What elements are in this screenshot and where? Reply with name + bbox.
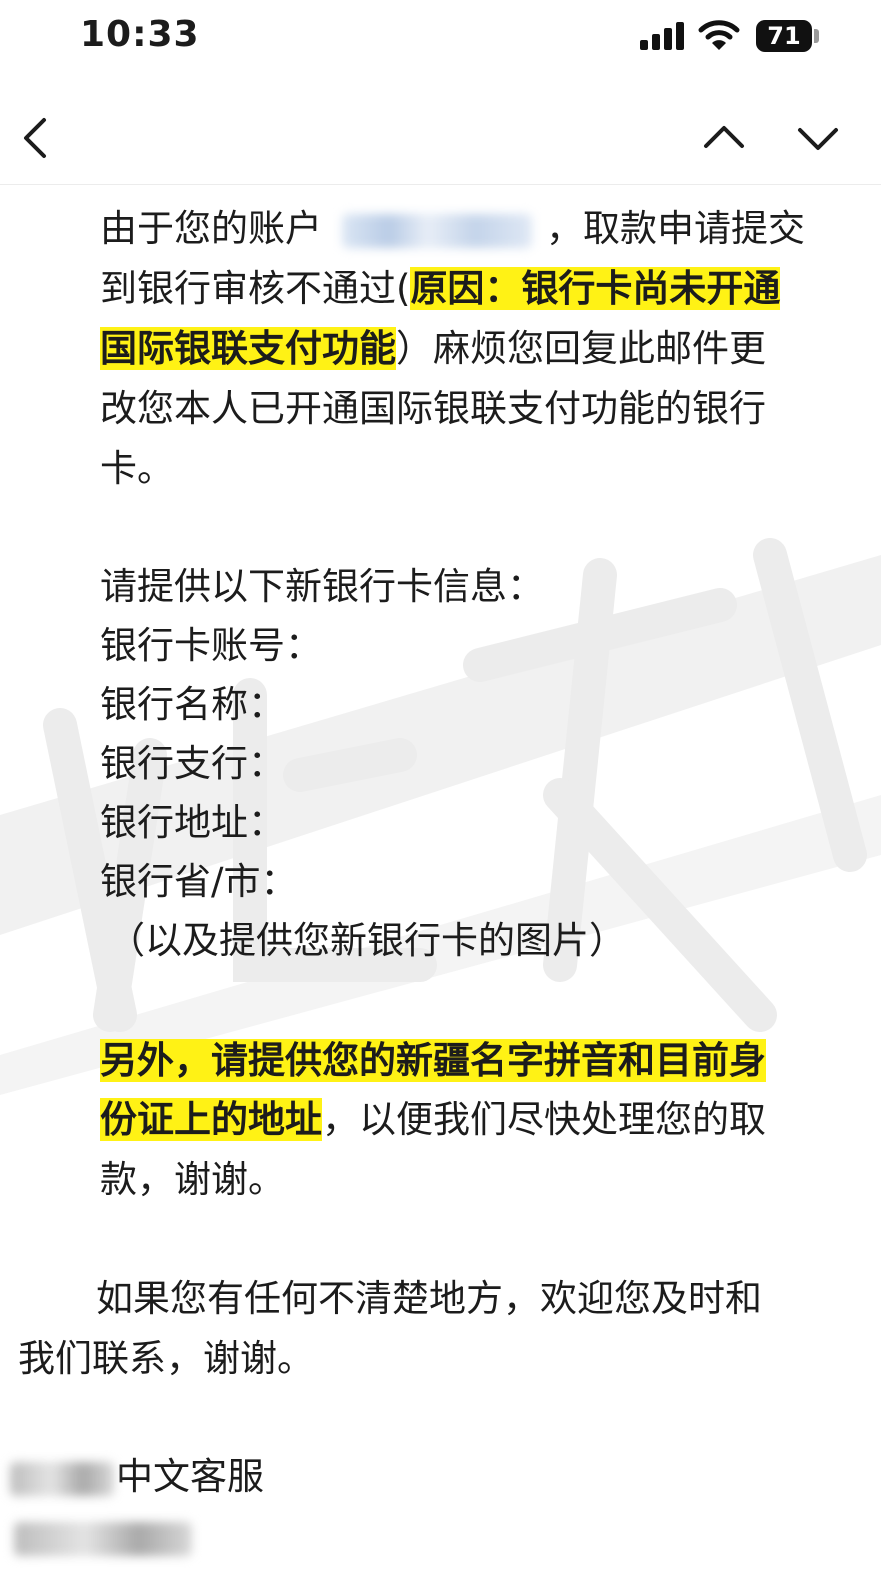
extra-highlight-cont: 份证上的地址 xyxy=(100,1098,322,1141)
extra-request-line-1: 另外，请提供您的新疆名字拼音和目前身 xyxy=(100,1031,766,1090)
email-line-1: 由于您的账户 ，取款申请提交 xyxy=(100,207,805,250)
back-button[interactable] xyxy=(6,108,66,168)
status-bar: 10:33 71 xyxy=(0,0,881,80)
battery-cap xyxy=(814,29,819,43)
photo-note: （以及提供您新银行卡的图片） xyxy=(108,919,626,962)
reason-highlight: 原因：银行卡尚未开通 xyxy=(410,267,781,310)
chevron-up-icon xyxy=(704,126,744,148)
redacted-account xyxy=(342,213,532,248)
redacted-signature xyxy=(14,1521,192,1556)
next-mail-button[interactable] xyxy=(788,108,848,168)
chevron-left-icon xyxy=(24,118,46,158)
redacted-company xyxy=(10,1461,114,1496)
previous-mail-button[interactable] xyxy=(694,108,754,168)
wifi-icon xyxy=(698,20,740,50)
mail-nav-bar xyxy=(0,90,881,185)
email-line-3: 国际银联支付功能）麻烦您回复此邮件更 xyxy=(100,327,766,370)
signature-line: 中文客服 xyxy=(10,1447,264,1506)
field-bank-name: 银行名称： xyxy=(100,683,285,726)
extra-request-line-2: 份证上的地址，以便我们尽快处理您的取 xyxy=(100,1098,766,1141)
field-bank-account: 银行卡账号： xyxy=(100,624,322,667)
cellular-signal-icon xyxy=(640,22,686,50)
field-bank-province: 银行省/市： xyxy=(100,860,298,903)
email-line-5: 卡。 xyxy=(100,447,174,490)
signature-line-2 xyxy=(14,1507,192,1566)
email-line-4: 改您本人已开通国际银联支付功能的银行 xyxy=(100,387,766,430)
field-bank-branch: 银行支行： xyxy=(100,742,285,785)
contact-line-2: 我们联系，谢谢。 xyxy=(18,1337,314,1380)
email-line-2: 到银行审核不通过(原因：银行卡尚未开通 xyxy=(100,267,781,310)
email-body: 由于您的账户 ，取款申请提交 到银行审核不通过(原因：银行卡尚未开通 国际银联支付… xyxy=(0,195,881,1583)
reason-highlight-cont: 国际银联支付功能 xyxy=(100,327,396,370)
battery-icon: 71 xyxy=(756,20,812,52)
field-bank-address: 银行地址： xyxy=(100,801,285,844)
info-intro: 请提供以下新银行卡信息： xyxy=(100,565,544,608)
extra-highlight: 另外，请提供您的新疆名字拼音和目前身 xyxy=(100,1039,766,1082)
extra-request-line-3: 款，谢谢。 xyxy=(100,1158,285,1201)
status-time: 10:33 xyxy=(80,14,200,55)
chevron-down-icon xyxy=(798,128,838,150)
contact-line-1: 如果您有任何不清楚地方，欢迎您及时和 xyxy=(96,1277,762,1320)
